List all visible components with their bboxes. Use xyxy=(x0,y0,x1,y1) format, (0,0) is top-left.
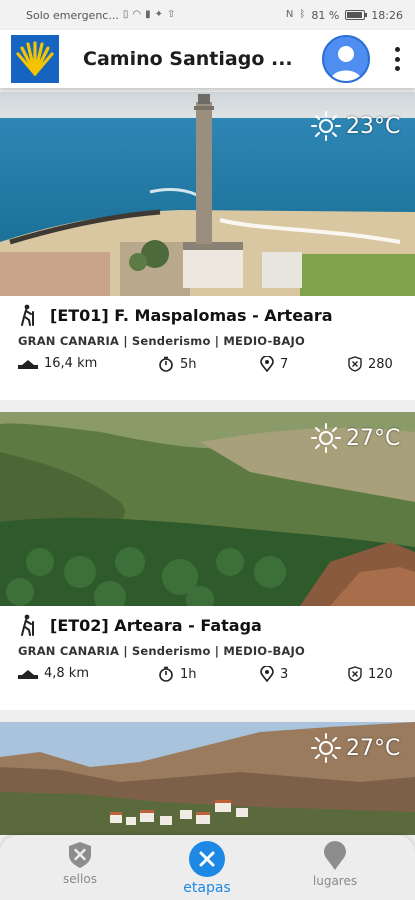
battery-icon xyxy=(345,10,368,20)
distance-stat: 4,8 km xyxy=(18,666,89,681)
stamp-shield-icon xyxy=(348,356,362,372)
stamps-value: 120 xyxy=(368,666,393,682)
stage-info: [ET01] F. Maspalomas - Arteara GRAN CANA… xyxy=(0,296,415,400)
places-stat: 3 xyxy=(260,666,288,682)
user-avatar-button[interactable] xyxy=(322,35,370,83)
duration-stat: 1h xyxy=(158,666,197,682)
map-pin-icon xyxy=(260,666,274,682)
nfc-icon: N xyxy=(285,9,294,20)
stage-title: [ET01] F. Maspalomas - Arteara xyxy=(50,305,333,325)
temperature: 23°C xyxy=(346,113,401,139)
nav-label-lugares: lugares xyxy=(312,874,358,888)
sun-icon xyxy=(311,733,341,763)
map-pin-icon xyxy=(260,356,274,372)
stage-meta: GRAN CANARIA | Senderismo | MEDIO-BAJO xyxy=(18,334,305,348)
x-circle-icon xyxy=(189,841,225,877)
nav-lugares[interactable]: lugares xyxy=(290,841,380,888)
sim-icon: ▯ xyxy=(122,9,129,20)
weather-badge: 27°C xyxy=(310,732,400,764)
stamps-stat: 280 xyxy=(348,356,393,372)
stamps-value: 280 xyxy=(368,356,393,372)
weather-badge: 23°C xyxy=(310,110,400,142)
stopwatch-icon xyxy=(159,666,173,682)
app-title: Camino Santiago ... xyxy=(83,48,293,70)
nav-sellos[interactable]: sellos xyxy=(35,841,125,886)
stage-card-et01[interactable]: 23°C [ET01] F. Maspalomas - Arteara GRAN… xyxy=(0,92,415,400)
duration-value: 1h xyxy=(180,666,197,682)
places-stat: 7 xyxy=(260,356,288,372)
places-value: 7 xyxy=(280,356,289,372)
bottom-navigation: sellos etapas lugares xyxy=(0,835,415,900)
duration-stat: 5h xyxy=(158,356,197,372)
distance-value: 16,4 km xyxy=(44,356,98,371)
clock: 18:26 xyxy=(371,8,403,22)
app-logo-scallop-icon xyxy=(11,35,59,83)
wifi-icon: ◠ xyxy=(132,9,142,20)
status-bar: Solo emergenc... ▯ ◠ ▮ ✦ ⇧ N ᛒ 81 % 18:2… xyxy=(0,0,415,30)
twitter-icon: ✦ xyxy=(154,9,163,20)
battery-percent: 81 % xyxy=(311,8,340,22)
stage-title: [ET02] Arteara - Fataga xyxy=(50,615,262,635)
bluetooth-icon: ᛒ xyxy=(299,9,306,20)
stage-title-row: [ET01] F. Maspalomas - Arteara xyxy=(18,304,333,326)
duration-value: 5h xyxy=(180,356,197,372)
carrier-text: Solo emergenc... xyxy=(26,8,119,22)
distance-stat: 16,4 km xyxy=(18,356,97,371)
nav-label-sellos: sellos xyxy=(63,872,97,886)
app-bar: Camino Santiago ... xyxy=(0,30,415,88)
sun-icon xyxy=(311,111,341,141)
stage-meta: GRAN CANARIA | Senderismo | MEDIO-BAJO xyxy=(18,644,305,658)
stage-info: [ET02] Arteara - Fataga GRAN CANARIA | S… xyxy=(0,606,415,710)
road-icon xyxy=(18,669,38,679)
hiker-icon xyxy=(21,304,34,326)
shield-x-icon xyxy=(69,842,91,868)
hiker-icon xyxy=(21,614,34,636)
distance-value: 4,8 km xyxy=(44,666,89,681)
stage-card-et03[interactable]: 27°C xyxy=(0,722,415,835)
stage-title-row: [ET02] Arteara - Fataga xyxy=(18,614,262,636)
sun-icon xyxy=(311,423,341,453)
temperature: 27°C xyxy=(346,735,401,761)
stage-card-et02[interactable]: 27°C [ET02] Arteara - Fataga GRAN CANARI… xyxy=(0,412,415,710)
more-options-button[interactable] xyxy=(392,44,402,74)
stamp-shield-icon xyxy=(348,666,362,682)
signal-icon: ▮ xyxy=(145,9,151,20)
nav-etapas[interactable]: etapas xyxy=(162,841,252,896)
temperature: 27°C xyxy=(346,425,401,451)
places-value: 3 xyxy=(280,666,289,682)
stopwatch-icon xyxy=(159,356,173,372)
road-icon xyxy=(18,359,38,369)
upload-icon: ⇧ xyxy=(167,9,176,20)
stamps-stat: 120 xyxy=(348,666,393,682)
nav-label-etapas: etapas xyxy=(183,880,231,896)
weather-badge: 27°C xyxy=(310,422,400,454)
map-pin-icon xyxy=(324,841,346,870)
